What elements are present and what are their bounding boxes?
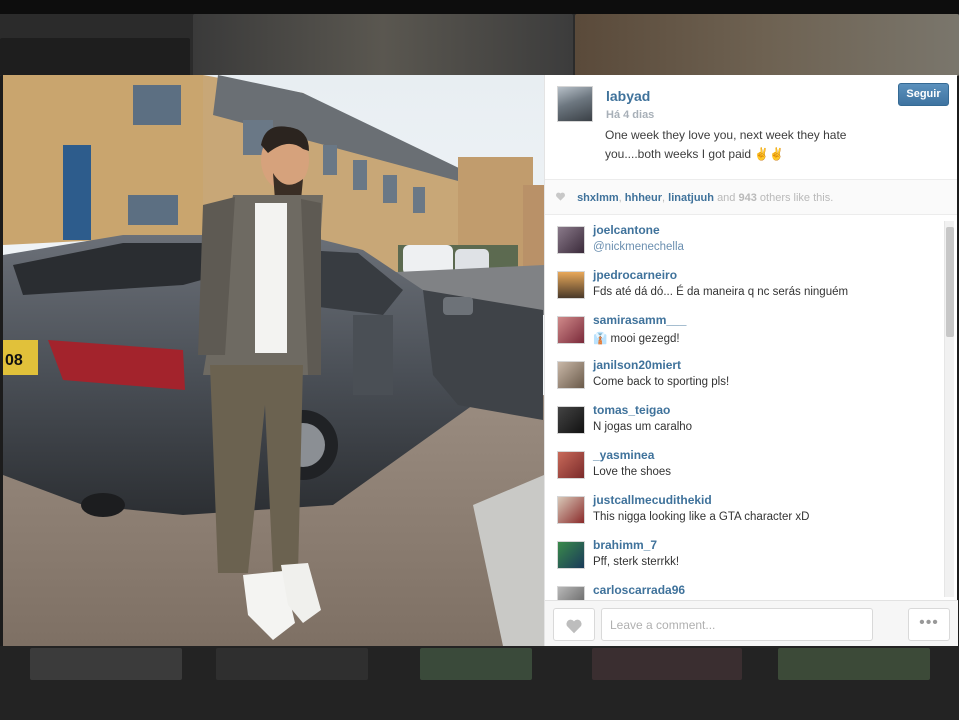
commenter-username[interactable]: justcallmecudithekid [593, 493, 712, 507]
commenter-avatar[interactable] [557, 226, 585, 254]
comment-item: joelcantone @nickmenechella [557, 223, 907, 267]
comment-item: jpedrocarneiro Fds até dá dó... É da man… [557, 268, 907, 312]
commenter-avatar[interactable] [557, 316, 585, 344]
follow-button[interactable]: Seguir [898, 83, 949, 106]
post-modal: 08 labyad Há 4 dias One week they love y… [3, 75, 958, 646]
comments-scrollbar[interactable] [944, 221, 954, 597]
comment-text: Fds até dá dó... É da maneira q nc serás… [593, 286, 849, 298]
comment-footer: ••• [545, 600, 958, 646]
post-caption: One week they love you, next week they h… [605, 128, 847, 161]
commenter-avatar[interactable] [557, 361, 585, 389]
commenter-username[interactable]: janilson20miert [593, 358, 681, 372]
svg-text:08: 08 [5, 352, 23, 369]
liker-link[interactable]: linatjuuh [668, 192, 714, 204]
post-photo-image: 08 [3, 75, 544, 646]
commenter-avatar[interactable] [557, 496, 585, 524]
likes-count[interactable]: 943 [738, 192, 756, 204]
comment-text: N jogas um caralho [593, 421, 693, 433]
commenter-avatar[interactable] [557, 451, 585, 479]
commenter-avatar[interactable] [557, 271, 585, 299]
background-photo-grid [0, 646, 959, 720]
heart-icon [566, 619, 582, 634]
commenter-username[interactable]: jpedrocarneiro [593, 268, 677, 282]
likes-summary: shxlmm, hhheur, linatjuuh and 943 others… [545, 179, 957, 215]
comment-item: carloscarrada96 [557, 583, 907, 601]
comment-text: Love the shoes [593, 466, 672, 478]
comment-text: 👔 mooi gezegd! [593, 333, 680, 345]
commenter-username[interactable]: samirasamm___ [593, 313, 686, 327]
background-topbar [0, 0, 959, 14]
commenter-avatar[interactable] [557, 541, 585, 569]
background-thumbnail [0, 38, 190, 76]
commenter-username[interactable]: carloscarrada96 [593, 583, 685, 597]
commenter-avatar[interactable] [557, 586, 585, 601]
commenter-avatar[interactable] [557, 406, 585, 434]
background-thumbnail [575, 14, 959, 76]
comment-text[interactable]: @nickmenechella [593, 241, 684, 253]
commenter-username[interactable]: brahimm_7 [593, 538, 657, 552]
owner-avatar[interactable] [557, 86, 593, 122]
more-options-button[interactable]: ••• [908, 608, 950, 641]
comment-input[interactable] [601, 608, 873, 641]
comments-list: joelcantone @nickmenechella jpedrocarnei… [545, 216, 958, 601]
owner-username[interactable]: labyad [606, 88, 650, 104]
post-header: labyad Há 4 dias One week they love you,… [545, 75, 957, 179]
post-photo[interactable]: 08 [3, 75, 544, 646]
comment-item: brahimm_7 Pff, sterk sterrkk! [557, 538, 907, 582]
scrollbar-thumb[interactable] [946, 227, 954, 337]
ellipsis-icon: ••• [919, 614, 939, 631]
background-thumbnail [193, 14, 573, 76]
comment-item: janilson20miert Come back to sporting pl… [557, 358, 907, 402]
liker-link[interactable]: shxlmm [577, 192, 619, 204]
comment-text: Pff, sterk sterrkk! [593, 556, 680, 568]
comment-item: tomas_teigao N jogas um caralho [557, 403, 907, 447]
comment-text: This nigga looking like a GTA character … [593, 511, 810, 523]
likes-suffix: others like this. [759, 192, 834, 204]
background-thumbnail [216, 648, 368, 680]
heart-icon [556, 192, 565, 201]
comment-item: justcallmecudithekid This nigga looking … [557, 493, 907, 537]
background-thumbnail [778, 648, 930, 680]
background-thumbnail [592, 648, 742, 680]
liker-link[interactable]: hhheur [625, 192, 662, 204]
commenter-username[interactable]: joelcantone [593, 223, 660, 237]
commenter-username[interactable]: tomas_teigao [593, 403, 670, 417]
post-sidebar: labyad Há 4 dias One week they love you,… [544, 75, 958, 646]
commenter-username[interactable]: _yasminea [593, 448, 654, 462]
like-button[interactable] [553, 608, 595, 641]
comment-text: Come back to sporting pls! [593, 376, 730, 388]
post-timestamp[interactable]: Há 4 dias [606, 109, 654, 121]
comment-item: samirasamm___ 👔 mooi gezegd! [557, 313, 907, 357]
background-photo-strip [0, 14, 959, 76]
comment-item: _yasminea Love the shoes [557, 448, 907, 492]
background-thumbnail [420, 648, 532, 680]
background-thumbnail [30, 648, 182, 680]
likes-and-text: and [717, 192, 736, 204]
